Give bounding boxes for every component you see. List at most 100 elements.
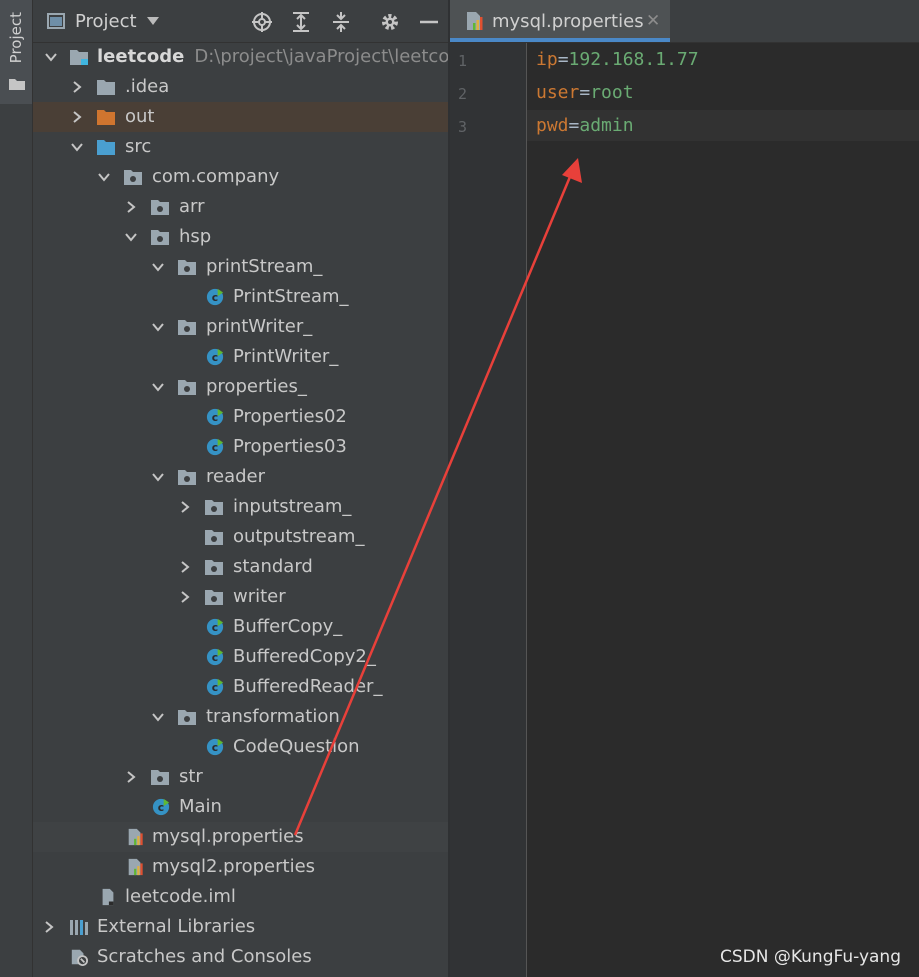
tree-label: leetcode.iml <box>125 886 236 907</box>
package-icon <box>205 500 223 515</box>
package-icon <box>178 470 196 485</box>
tree-item-idea[interactable]: .idea <box>33 72 448 102</box>
package-icon <box>151 770 169 785</box>
tree-item-leetcode[interactable]: leetcode D:\project\javaProject\leetcode <box>33 42 448 72</box>
module-path: D:\project\javaProject\leetcode <box>194 46 448 67</box>
tree-label: src <box>125 136 152 157</box>
tree-item-standard[interactable]: standard <box>33 552 448 582</box>
tree-item-properties03[interactable]: c Properties03 <box>33 432 448 462</box>
source-folder-icon <box>97 140 115 155</box>
chevron-down-icon[interactable] <box>125 231 137 243</box>
tree-item-main[interactable]: c Main <box>33 792 448 822</box>
chevron-right-icon[interactable] <box>179 501 191 513</box>
chevron-down-icon[interactable] <box>152 261 164 273</box>
tree-label: mysql2.properties <box>152 856 316 877</box>
line-number-gutter: 1 2 3 <box>450 43 527 977</box>
tree-item-inputstream[interactable]: inputstream_ <box>33 492 448 522</box>
property-key: pwd <box>536 115 569 136</box>
tree-item-buffercopy[interactable]: c BufferCopy_ <box>33 612 448 642</box>
tree-item-str[interactable]: str <box>33 762 448 792</box>
tree-item-bufferedcopy2[interactable]: c BufferedCopy2_ <box>33 642 448 672</box>
chevron-down-icon[interactable] <box>152 381 164 393</box>
chevron-right-icon[interactable] <box>43 921 55 933</box>
collapse-all-icon[interactable] <box>330 11 352 33</box>
package-icon <box>205 560 223 575</box>
expand-all-icon[interactable] <box>290 11 312 33</box>
watermark: CSDN @KungFu-yang <box>719 947 901 967</box>
package-icon <box>178 710 196 725</box>
project-panel: Project leetcode D:\project\javaProject\l… <box>33 0 448 977</box>
tree-label: arr <box>179 196 205 217</box>
tree-item-out[interactable]: out <box>33 102 448 132</box>
chevron-down-icon[interactable] <box>98 171 110 183</box>
active-tab-indicator <box>450 38 670 42</box>
tree-item-scratches[interactable]: Scratches and Consoles <box>33 942 448 972</box>
tree-item-src[interactable]: src <box>33 132 448 162</box>
tree-item-transformation[interactable]: transformation <box>33 702 448 732</box>
chevron-down-icon[interactable] <box>45 51 57 63</box>
minimize-icon[interactable] <box>418 11 440 33</box>
line-number: 1 <box>458 52 468 70</box>
tree-label: com.company <box>152 166 280 187</box>
property-key: user <box>536 82 580 103</box>
scratches-icon <box>71 949 88 966</box>
chevron-right-icon[interactable] <box>71 81 83 93</box>
tree-item-printstream-class[interactable]: c PrintStream_ <box>33 282 448 312</box>
svg-text:c: c <box>212 741 218 754</box>
tree-item-outputstream[interactable]: outputstream_ <box>33 522 448 552</box>
tree-item-mysql2-properties[interactable]: mysql2.properties <box>33 852 448 882</box>
project-view-selector[interactable]: Project <box>75 11 137 32</box>
library-icon <box>70 920 88 935</box>
package-icon <box>124 170 142 185</box>
tree-item-mysql-properties[interactable]: mysql.properties <box>33 822 448 852</box>
close-icon[interactable]: ✕ <box>646 11 660 31</box>
editor-area: mysql.properties ✕ 1 2 3 ip=192.168.1.77… <box>450 0 919 977</box>
tree-item-bufferedreader[interactable]: c BufferedReader_ <box>33 672 448 702</box>
chevron-down-icon[interactable] <box>152 711 164 723</box>
tree-item-external-libraries[interactable]: External Libraries <box>33 912 448 942</box>
code-line[interactable]: ip=192.168.1.77 <box>536 49 699 70</box>
java-class-icon: c <box>206 348 224 366</box>
properties-file-icon <box>467 12 483 30</box>
tree-item-arr[interactable]: arr <box>33 192 448 222</box>
tree-item-com-company[interactable]: com.company <box>33 162 448 192</box>
chevron-down-icon[interactable] <box>71 141 83 153</box>
editor-tab-mysql-properties[interactable]: mysql.properties ✕ <box>450 0 670 42</box>
tree-label: PrintStream_ <box>233 286 349 307</box>
chevron-down-icon[interactable] <box>147 16 159 26</box>
folder-icon <box>9 79 25 90</box>
java-class-icon: c <box>206 738 224 756</box>
svg-text:c: c <box>212 621 218 634</box>
tree-label: Properties02 <box>233 406 347 427</box>
package-icon <box>178 260 196 275</box>
chevron-right-icon[interactable] <box>179 591 191 603</box>
chevron-right-icon[interactable] <box>179 561 191 573</box>
tree-item-properties02[interactable]: c Properties02 <box>33 402 448 432</box>
tree-label: BufferedCopy2_ <box>233 646 376 667</box>
gear-icon[interactable] <box>379 11 401 33</box>
tree-label: Properties03 <box>233 436 347 457</box>
module-name: leetcode <box>97 46 185 67</box>
tree-item-printwriter-class[interactable]: c PrintWriter_ <box>33 342 448 372</box>
tree-label: BufferCopy_ <box>233 616 343 637</box>
tree-item-codequestion[interactable]: c CodeQuestion <box>33 732 448 762</box>
tree-item-writer[interactable]: writer <box>33 582 448 612</box>
code-line[interactable]: user=root <box>536 82 634 103</box>
chevron-right-icon[interactable] <box>71 111 83 123</box>
tree-label: .idea <box>125 76 170 97</box>
tree-item-leetcode-iml[interactable]: leetcode.iml <box>33 882 448 912</box>
tree-item-hsp[interactable]: hsp <box>33 222 448 252</box>
tree-item-reader[interactable]: reader <box>33 462 448 492</box>
chevron-down-icon[interactable] <box>152 471 164 483</box>
tree-item-printstream-dir[interactable]: printStream_ <box>33 252 448 282</box>
tree-label: writer <box>233 586 286 607</box>
tree-item-printwriter-dir[interactable]: printWriter_ <box>33 312 448 342</box>
package-icon <box>205 530 223 545</box>
code-line[interactable]: pwd=admin <box>536 115 634 136</box>
chevron-down-icon[interactable] <box>152 321 164 333</box>
chevron-right-icon[interactable] <box>125 771 137 783</box>
chevron-right-icon[interactable] <box>125 201 137 213</box>
locate-icon[interactable] <box>251 11 273 33</box>
project-tool-tab[interactable]: Project <box>0 0 32 104</box>
tree-item-properties-dir[interactable]: properties_ <box>33 372 448 402</box>
